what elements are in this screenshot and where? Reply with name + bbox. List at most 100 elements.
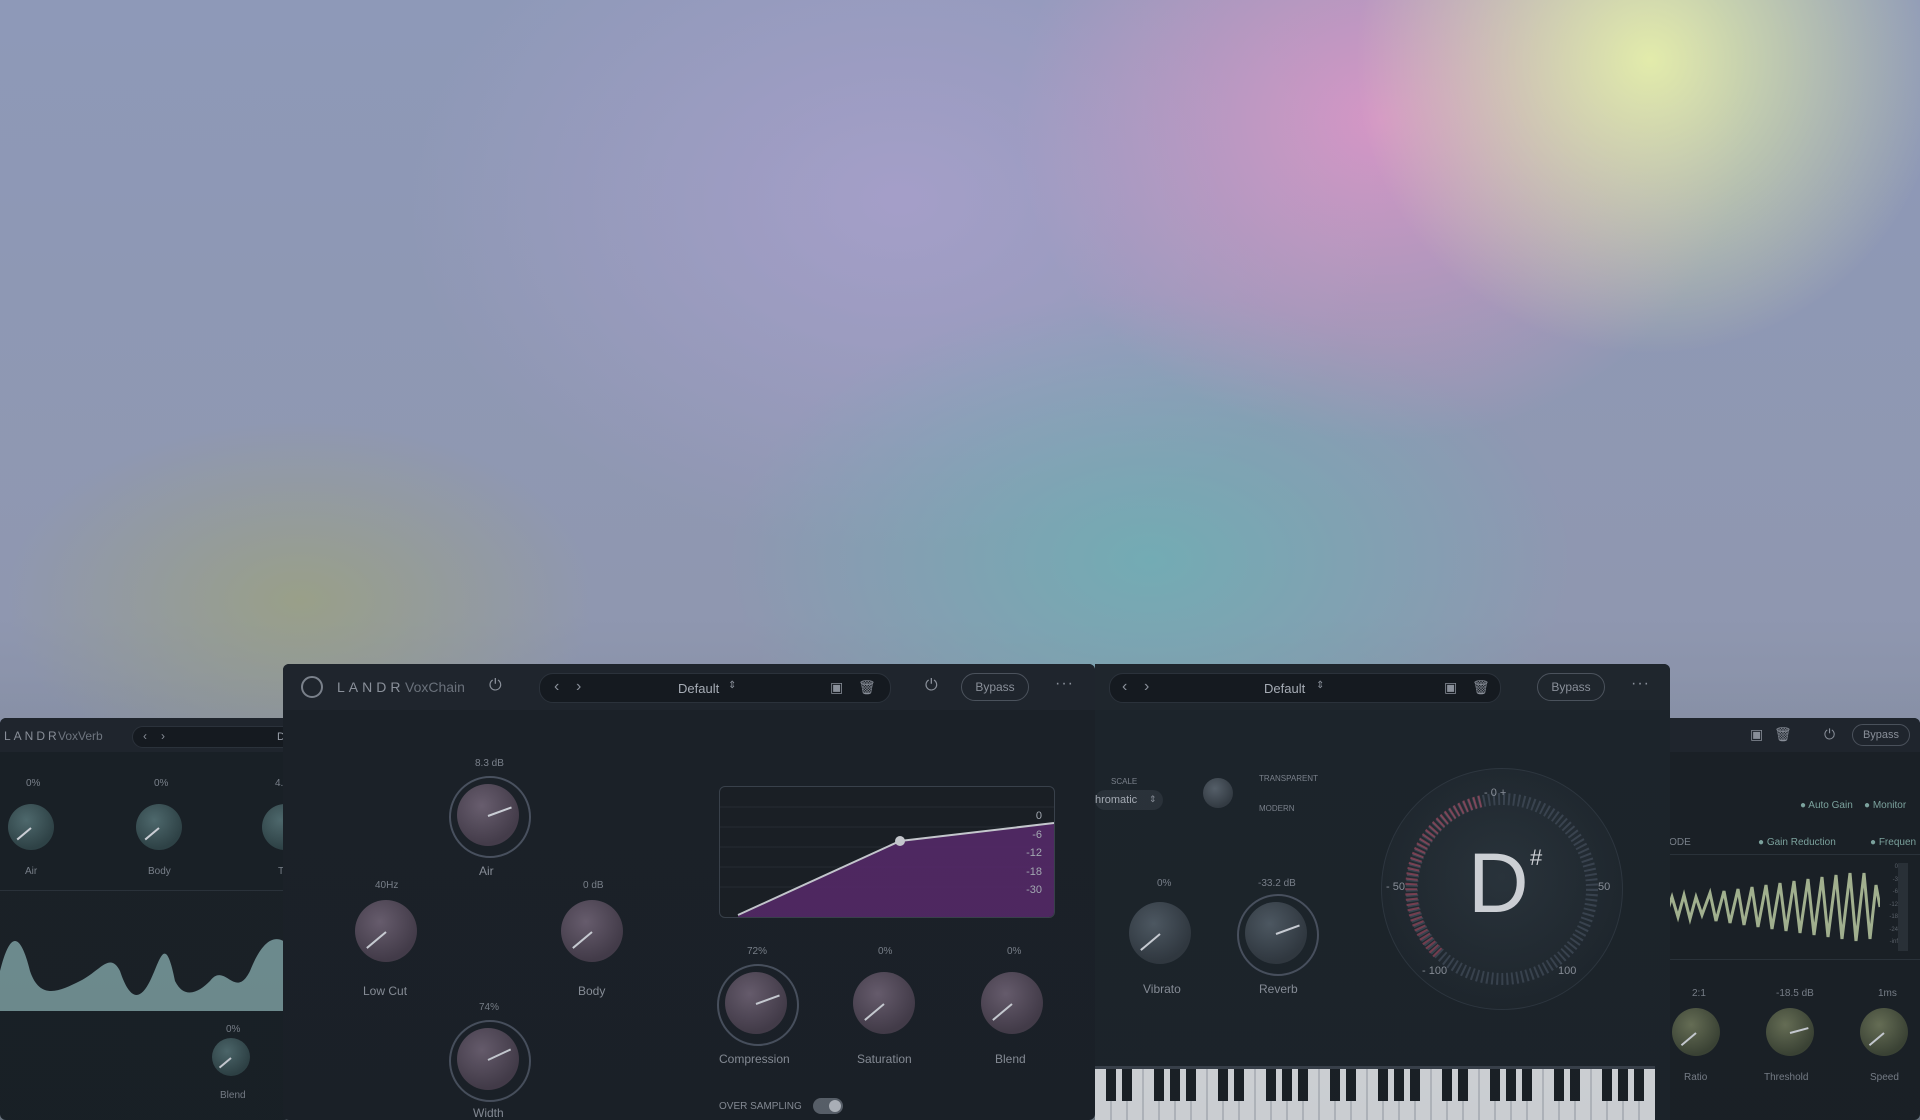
tuner-topbar: ‹ › Default ⇕ ▣ 🗑 Bypass ··· [1095,664,1670,710]
more-icon[interactable]: ··· [1631,676,1650,692]
low-cut-label: Low Cut [363,984,408,998]
bypass-button[interactable]: Bypass [1537,673,1605,701]
speed-value: 1ms [1878,988,1897,999]
tuner-dial: - 0 + - 50 50 - 100 100 D # [1381,768,1623,1010]
trash-icon[interactable]: 🗑 [1774,727,1792,741]
monitor-toggle[interactable]: ● Monitor [1864,800,1906,811]
voxverb-topbar: LANDR VoxVerb ‹ › D [0,718,290,752]
threshold-knob[interactable] [1766,1008,1814,1056]
preset-name: Default [1264,681,1306,696]
bypass-button[interactable]: Bypass [961,673,1029,701]
piano-keys [1106,1069,1644,1120]
power-icon[interactable]: ⏻ [1824,727,1835,741]
save-icon[interactable]: ▣ [830,680,843,694]
gain-meter [1898,863,1908,951]
bypass-button[interactable]: Bypass [1852,724,1910,746]
compressor-plugin-panel: ▣ 🗑 ⏻ Bypass ● Auto Gain ● Monitor LAY M… [1640,718,1920,1120]
toggle-thumb [829,1100,841,1112]
piano-keyboard[interactable] [1095,1066,1655,1120]
landr-logo-icon [301,676,323,698]
more-icon[interactable]: ··· [1055,676,1074,692]
sort-icon: ⇕ [1316,680,1325,691]
chevron-right-icon[interactable]: › [576,679,581,695]
preset-selector[interactable]: ‹ › Default ⇕ ▣ 🗑 [539,673,891,703]
body-knob[interactable] [136,804,182,850]
dial-right-label: 50 [1598,881,1611,893]
vibrato-knob[interactable] [1129,902,1191,964]
body-value: 0% [154,778,169,789]
sort-icon: ⇕ [728,680,737,691]
scale-30: -30 [1026,884,1042,896]
blend-knob[interactable] [981,972,1043,1034]
compressor-topbar: ▣ 🗑 ⏻ Bypass [1640,718,1920,752]
scale-selector[interactable]: hromatic ⇕ [1095,790,1163,810]
gain-reduction-option[interactable]: ● Gain Reduction [1758,837,1836,848]
chevron-left-icon[interactable]: ‹ [143,730,147,742]
trash-icon[interactable]: 🗑 [1472,680,1490,694]
frequency-option[interactable]: ● Frequen [1870,837,1916,848]
scale-6: -6 [1032,828,1042,841]
save-icon[interactable]: ▣ [1750,727,1763,741]
dial-bottom-right-label: 100 [1558,965,1577,977]
saturation-value: 0% [878,946,893,957]
vibrato-value: 0% [1157,878,1172,889]
frequency-label: Frequen [1878,837,1917,848]
preset-selector[interactable]: ‹ › D [132,726,290,748]
threshold-value: -18.5 dB [1776,988,1814,999]
width-knob[interactable] [457,1028,519,1090]
chevron-right-icon[interactable]: › [161,730,165,742]
low-cut-value: 40Hz [375,880,399,891]
air-knob[interactable] [457,784,519,846]
auto-gain-toggle[interactable]: ● Auto Gain [1800,800,1853,811]
width-value: 74% [479,1002,500,1013]
mode-transparent[interactable]: TRANSPARENT [1259,774,1318,783]
meter-scale: 0 -3 -6 -12 -18 -24 -inf [1889,864,1898,945]
speed-knob[interactable] [1860,1008,1908,1056]
dial-left-label: - 50 [1386,881,1405,893]
air-knob[interactable] [8,804,54,850]
mode-modern[interactable]: MODERN [1259,804,1295,813]
chevron-left-icon[interactable]: ‹ [1122,679,1127,695]
chevron-right-icon[interactable]: › [1144,679,1149,695]
mode-switch-knob[interactable] [1203,778,1233,808]
air-label: Air [479,864,494,878]
body-value: 0 dB [583,880,604,891]
compression-curve [720,806,1054,917]
preset-selector[interactable]: ‹ › Default ⇕ ▣ 🗑 [1109,673,1501,703]
save-icon[interactable]: ▣ [1444,680,1457,694]
saturation-knob[interactable] [853,972,915,1034]
product-name: VoxChain [405,679,465,695]
oversampling-toggle[interactable] [813,1098,843,1114]
body-knob[interactable] [561,900,623,962]
blend-label: Blend [995,1052,1026,1066]
power-icon[interactable]: ⏻ [925,678,938,694]
preset-name: Default [678,681,720,696]
waveform-display: 0 -3 -6 -12 -18 -24 -inf [1640,854,1920,960]
low-cut-knob[interactable] [355,900,417,962]
width-label: Width [473,1106,504,1120]
ratio-knob[interactable] [1672,1008,1720,1056]
speed-label: Speed [1870,1072,1899,1083]
blend-value: 0% [1007,946,1022,957]
scale-label: SCALE [1111,777,1138,786]
trash-icon[interactable]: 🗑 [858,680,876,694]
blend-value: 0% [226,1024,241,1035]
body-label: Body [148,866,171,877]
reverb-knob[interactable] [1245,902,1307,964]
dial-bottom-left-label: - 100 [1422,965,1448,977]
note-accidental: # [1530,845,1543,870]
air-value: 8.3 dB [475,758,504,769]
scale-0: 0 [1035,810,1042,822]
scale-12: -12 [1026,847,1042,859]
saturation-label: Saturation [857,1052,912,1066]
air-value: 0% [26,778,41,789]
compression-knob[interactable] [725,972,787,1034]
ratio-value: 2:1 [1692,988,1706,999]
compression-value: 72% [747,946,768,957]
blend-knob[interactable] [212,1038,250,1076]
tuner-plugin-panel: ‹ › Default ⇕ ▣ 🗑 Bypass ··· SCALE hroma… [1095,664,1670,1120]
gain-reduction-label: Gain Reduction [1766,837,1836,848]
power-icon[interactable]: ⏻ [489,678,502,694]
vibrato-label: Vibrato [1143,982,1181,996]
chevron-left-icon[interactable]: ‹ [554,679,559,695]
